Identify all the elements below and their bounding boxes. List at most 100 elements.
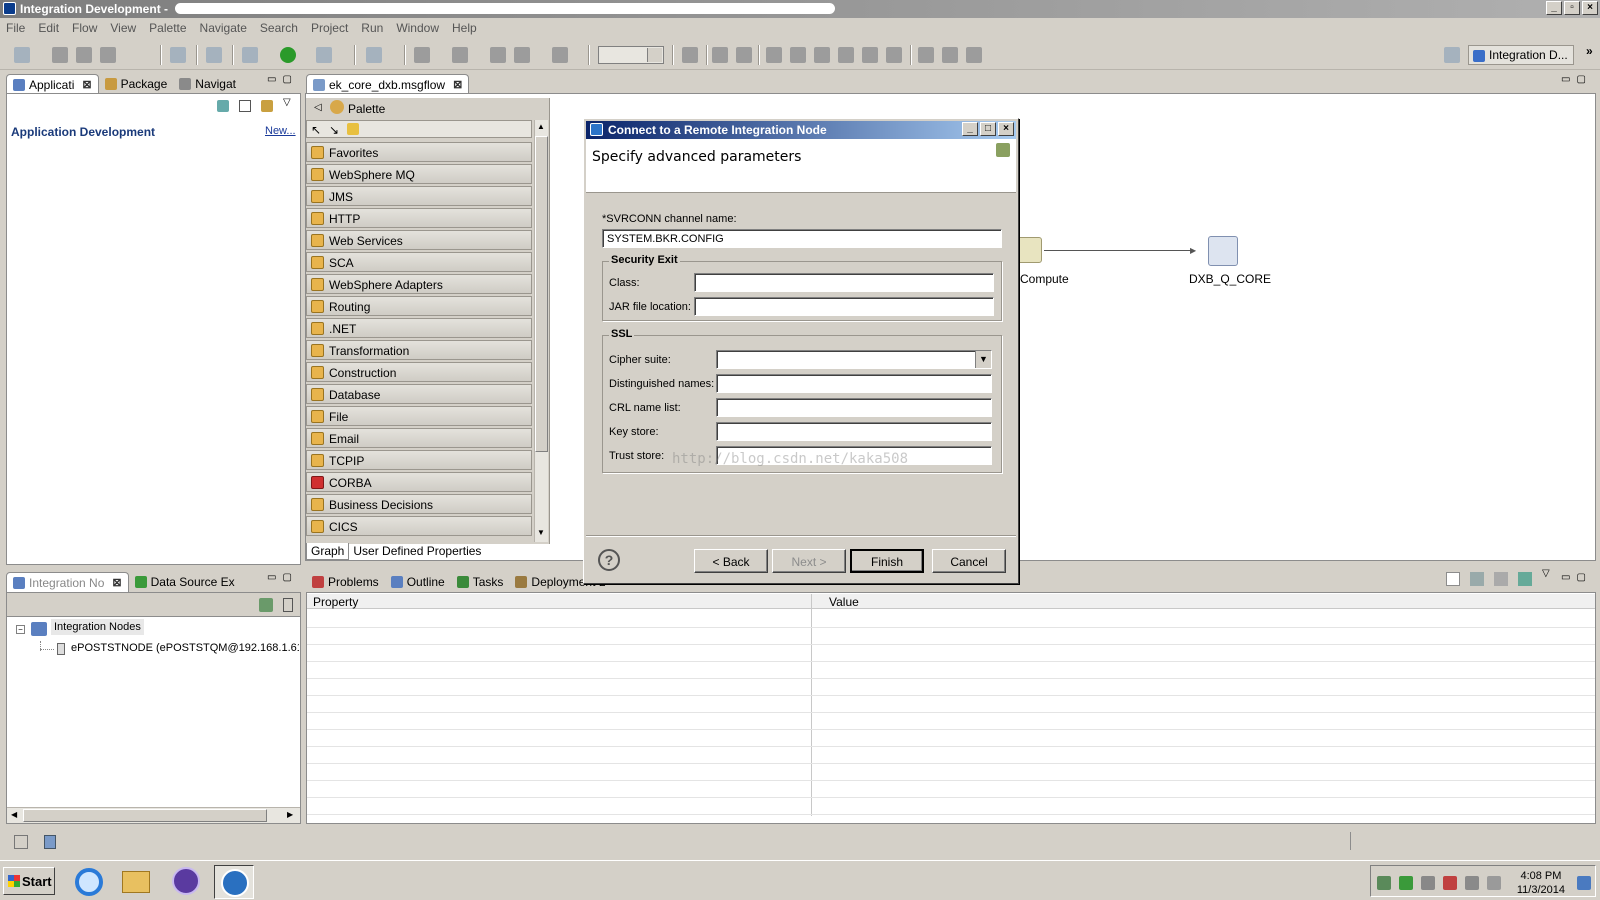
connect-node-icon[interactable]: [259, 598, 273, 612]
scroll-up-icon[interactable]: ▲: [537, 122, 545, 131]
palette-drawer-file[interactable]: File: [306, 406, 532, 426]
view-menu-icon[interactable]: [283, 598, 293, 612]
palette-drawer-sca[interactable]: SCA: [306, 252, 532, 272]
align-middle-icon[interactable]: [862, 47, 878, 63]
tab-integration-nodes[interactable]: Integration No ⊠: [6, 572, 129, 592]
palette-drawer-dotnet[interactable]: .NET: [306, 318, 532, 338]
back-icon[interactable]: [514, 47, 530, 63]
palette-drawer-jms[interactable]: JMS: [306, 186, 532, 206]
fast-view-icon[interactable]: [14, 835, 28, 849]
edit-pencil-icon[interactable]: [366, 47, 382, 63]
menu-edit[interactable]: Edit: [38, 21, 59, 35]
palette-drawer-tcpip[interactable]: TCPIP: [306, 450, 532, 470]
new-link[interactable]: New...: [265, 125, 296, 137]
collapse-all-icon[interactable]: [239, 100, 251, 112]
integration-toolkit-taskbar-icon[interactable]: [214, 865, 254, 899]
show-advanced-icon[interactable]: [1494, 572, 1508, 586]
compute-node-icon[interactable]: [1016, 237, 1042, 263]
jar-location-input[interactable]: [694, 297, 994, 316]
palette-drawer-routing[interactable]: Routing: [306, 296, 532, 316]
chevron-down-icon[interactable]: ▼: [975, 351, 991, 368]
scroll-down-icon[interactable]: ▼: [537, 528, 545, 537]
scroll-right-icon[interactable]: ▶: [287, 810, 293, 819]
forward-icon[interactable]: [552, 47, 568, 63]
restore-button[interactable]: ▫: [1564, 1, 1580, 15]
tree-mode-icon[interactable]: [1446, 572, 1460, 586]
help-icon[interactable]: ?: [598, 549, 620, 571]
cancel-button[interactable]: Cancel: [932, 549, 1006, 573]
tab-outline[interactable]: Outline: [385, 572, 451, 592]
layout-icon[interactable]: [918, 47, 934, 63]
palette-drawer-database[interactable]: Database: [306, 384, 532, 404]
menu-window[interactable]: Window: [396, 21, 439, 35]
match-width-icon[interactable]: [942, 47, 958, 63]
palette-drawer-corba[interactable]: CORBA: [306, 472, 532, 492]
bottom-right-minmax-icon[interactable]: ▭▢: [1561, 572, 1592, 583]
close-tab-icon[interactable]: ⊠: [82, 78, 91, 91]
distinguished-names-input[interactable]: [716, 374, 992, 393]
restore-default-icon[interactable]: [1518, 572, 1532, 586]
connect-icon[interactable]: [206, 47, 222, 63]
menu-navigate[interactable]: Navigate: [200, 21, 247, 35]
menu-view[interactable]: View: [110, 21, 136, 35]
tray-network-icon[interactable]: [1465, 876, 1479, 890]
menu-file[interactable]: File: [6, 21, 25, 35]
match-height-icon[interactable]: [966, 47, 982, 63]
new-icon[interactable]: [14, 47, 30, 63]
menu-palette[interactable]: Palette: [149, 21, 186, 35]
scroll-thumb[interactable]: [535, 136, 548, 452]
perspective-switcher[interactable]: Integration D...: [1468, 45, 1574, 65]
left-panel-minmax-icon[interactable]: ▭▢: [267, 74, 298, 85]
palette-drawer-email[interactable]: Email: [306, 428, 532, 448]
tray-volume-icon[interactable]: [1487, 876, 1501, 890]
tab-user-defined-properties[interactable]: User Defined Properties: [349, 543, 485, 560]
clock[interactable]: 4:08 PM 11/3/2014: [1517, 869, 1565, 897]
tray-monitor-icon[interactable]: [1421, 876, 1435, 890]
next-button[interactable]: Next >: [772, 549, 846, 573]
tray-app-icon[interactable]: [1377, 876, 1391, 890]
align-left-icon[interactable]: [766, 47, 782, 63]
prev-annotation-icon[interactable]: [452, 47, 468, 63]
palette-drawer-construction[interactable]: Construction: [306, 362, 532, 382]
editor-minmax-icon[interactable]: ▭▢: [1561, 74, 1592, 85]
file-explorer-icon[interactable]: [118, 865, 154, 899]
select-tool-icon[interactable]: ↖: [311, 123, 321, 137]
connection-tool-icon[interactable]: [682, 47, 698, 63]
align-top-icon[interactable]: [838, 47, 854, 63]
close-tab-icon[interactable]: ⊠: [112, 576, 121, 589]
start-button[interactable]: Start: [3, 867, 55, 895]
back-button[interactable]: < Back: [694, 549, 768, 573]
connection-tool-icon[interactable]: ↘: [329, 123, 339, 137]
palette-drawer-web-services[interactable]: Web Services: [306, 230, 532, 250]
menu-help[interactable]: Help: [452, 21, 477, 35]
palette-drawer-business-decisions[interactable]: Business Decisions: [306, 494, 532, 514]
tab-navigator[interactable]: Navigat: [173, 74, 242, 94]
palette-drawer-websphere-adapters[interactable]: WebSphere Adapters: [306, 274, 532, 294]
menu-project[interactable]: Project: [311, 21, 348, 35]
tab-application-development[interactable]: Applicati ⊠: [6, 74, 99, 94]
show-categories-icon[interactable]: [1470, 572, 1484, 586]
deploy-icon[interactable]: [170, 47, 186, 63]
palette-drawer-websphere-mq[interactable]: WebSphere MQ: [306, 164, 532, 184]
scroll-thumb[interactable]: [23, 809, 267, 822]
zoom-combo[interactable]: [598, 46, 664, 64]
save-icon[interactable]: [52, 47, 68, 63]
tree-collapse-icon[interactable]: −: [16, 625, 25, 634]
finish-button[interactable]: Finish: [850, 549, 924, 573]
palette-drawer-favorites[interactable]: Favorites: [306, 142, 532, 162]
palette-scrollbar[interactable]: ▲ ▼: [534, 120, 548, 542]
mq-output-node-icon[interactable]: [1208, 236, 1238, 266]
open-perspective-icon[interactable]: [1444, 47, 1460, 63]
tab-graph[interactable]: Graph: [306, 543, 350, 560]
class-input[interactable]: [694, 273, 994, 292]
tab-msgflow[interactable]: ek_core_dxb.msgflow ⊠: [306, 74, 470, 94]
view-menu-icon[interactable]: ▽: [283, 97, 291, 108]
show-desktop-icon[interactable]: [1577, 876, 1591, 890]
marquee-tool-icon[interactable]: [347, 123, 359, 135]
palette-drawer-http[interactable]: HTTP: [306, 208, 532, 228]
debug-icon[interactable]: [242, 47, 258, 63]
key-store-input[interactable]: [716, 422, 992, 441]
network-globe-icon[interactable]: [168, 865, 204, 899]
tab-tasks[interactable]: Tasks: [451, 572, 510, 592]
status-task-icon[interactable]: [44, 835, 56, 849]
